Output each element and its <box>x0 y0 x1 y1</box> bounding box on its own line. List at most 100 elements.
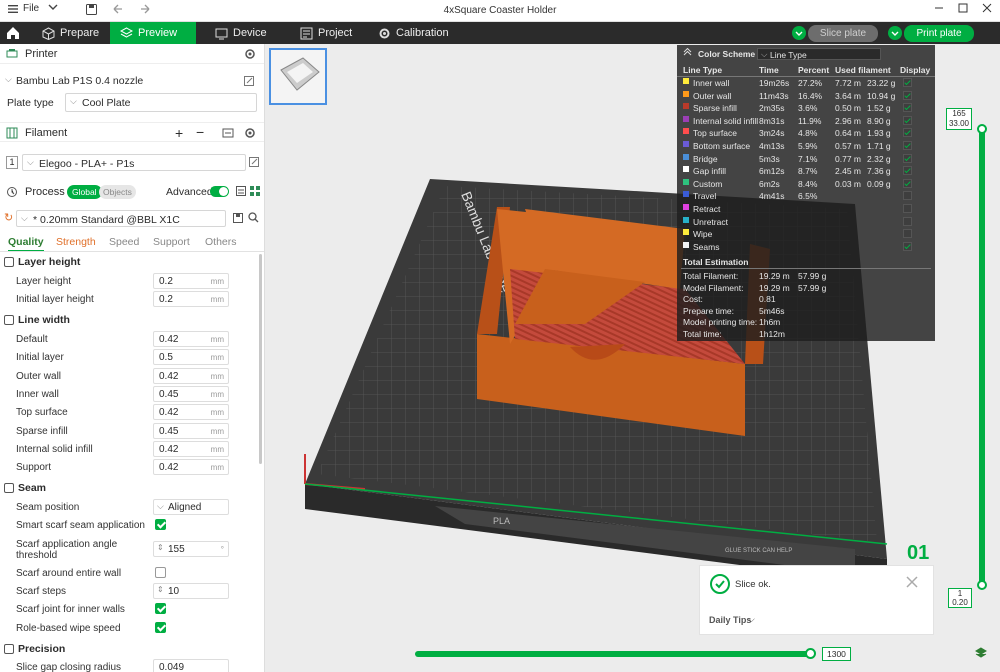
close-toast-icon[interactable] <box>906 576 918 591</box>
move-slider[interactable] <box>415 648 816 659</box>
home-icon[interactable] <box>6 26 20 43</box>
line-width-label: Internal solid infill <box>16 443 93 455</box>
display-checkbox[interactable] <box>903 115 912 125</box>
display-checkbox[interactable] <box>903 178 912 188</box>
line-type-row: Seams <box>677 241 935 254</box>
chevron-down-icon: ⌵ <box>27 157 34 167</box>
display-checkbox[interactable] <box>903 153 912 163</box>
line-width-input[interactable]: 0.42 mm <box>153 367 229 384</box>
print-dropdown-icon[interactable] <box>888 26 902 40</box>
scarf-inner-row: Scarf joint for inner walls <box>0 601 258 619</box>
printer-header: Printer <box>25 48 58 60</box>
layers-toggle-icon[interactable] <box>975 647 987 662</box>
objects-toggle[interactable]: Objects <box>99 185 136 199</box>
filament-select[interactable]: ⌵ Elegoo - PLA+ - P1s <box>22 154 246 171</box>
save-preset-icon[interactable] <box>233 213 243 226</box>
line-width-input[interactable]: 0.45 mm <box>153 385 229 402</box>
line-width-input[interactable]: 0.42 mm <box>153 459 229 476</box>
expand-tips-icon[interactable]: ⌵ <box>748 614 755 625</box>
scarf-steps-input[interactable]: ⇕ 10 <box>153 583 229 599</box>
line-width-row: Outer wall 0.42 mm <box>0 367 258 386</box>
display-checkbox[interactable] <box>903 204 912 213</box>
tab-prepare[interactable]: Prepare <box>32 22 110 44</box>
printer-edit-icon[interactable] <box>244 76 254 89</box>
smart-scarf-label: Smart scarf seam application <box>16 520 145 531</box>
advanced-switch[interactable] <box>210 186 229 197</box>
subtab-quality[interactable]: Quality <box>8 236 44 252</box>
subtab-others[interactable]: Others <box>205 236 237 248</box>
minimize-icon[interactable] <box>934 3 944 16</box>
reset-icon[interactable]: ↻ <box>4 211 13 224</box>
slice-plate-button[interactable]: Slice plate <box>808 25 878 42</box>
subtab-speed[interactable]: Speed <box>109 236 139 248</box>
line-type-swatch <box>683 178 689 185</box>
line-width-input[interactable]: 0.42 mm <box>153 404 229 421</box>
display-checkbox[interactable] <box>903 128 912 138</box>
global-toggle[interactable]: Global <box>67 185 102 199</box>
tab-calibration[interactable]: Calibration <box>368 22 468 44</box>
remove-filament-icon[interactable]: − <box>196 124 204 140</box>
initial-layer-height-input[interactable]: 0.2 mm <box>153 291 229 307</box>
scarf-entire-checkbox[interactable] <box>155 567 166 578</box>
slice-gap-input[interactable]: 0.049 <box>153 659 229 672</box>
filament-icon <box>6 127 18 139</box>
layer-slider-bottom-handle[interactable] <box>977 580 987 590</box>
layer-height-input[interactable]: 0.2 mm <box>153 273 229 289</box>
line-width-input[interactable]: 0.42 mm <box>153 331 229 347</box>
smart-scarf-checkbox[interactable] <box>155 519 166 530</box>
display-checkbox[interactable] <box>903 191 912 201</box>
settings-scrollbar[interactable] <box>259 254 262 464</box>
scarf-angle-input[interactable]: ⇕ 155 ° <box>153 541 229 557</box>
print-plate-button[interactable]: Print plate <box>904 25 974 42</box>
plate-thumbnail[interactable] <box>269 48 327 105</box>
plate-type-select[interactable]: ⌵ Cool Plate <box>65 93 257 112</box>
line-width-group-label: Line width <box>18 314 70 326</box>
compare-icon[interactable] <box>236 186 246 199</box>
display-checkbox[interactable] <box>903 78 912 87</box>
display-checkbox[interactable] <box>903 166 912 176</box>
slice-dropdown-icon[interactable] <box>792 26 806 40</box>
daily-tips-link[interactable]: Daily Tips <box>709 615 751 625</box>
filament-settings-gear-icon[interactable] <box>244 127 256 142</box>
add-filament-icon[interactable]: + <box>175 125 183 141</box>
printer-settings-gear-icon[interactable] <box>244 48 256 63</box>
seam-group-label: Seam <box>18 482 47 494</box>
role-wipe-checkbox[interactable] <box>155 622 166 633</box>
initial-layer-height-row: Initial layer height 0.2 mm <box>0 291 258 309</box>
display-checkbox[interactable] <box>903 229 912 239</box>
subtab-support[interactable]: Support <box>153 236 190 248</box>
filament-sync-icon[interactable] <box>222 127 234 142</box>
color-scheme-select[interactable]: ⌵ Line Type <box>757 48 881 60</box>
line-width-input[interactable]: 0.45 mm <box>153 422 229 439</box>
layer-slider[interactable] <box>977 124 987 590</box>
seam-position-select[interactable]: ⌵ Aligned <box>153 499 229 515</box>
move-slider-handle[interactable] <box>805 648 816 659</box>
process-profile-select[interactable]: ⌵ * 0.20mm Standard @BBL X1C <box>16 210 226 227</box>
display-checkbox[interactable] <box>903 141 912 150</box>
display-checkbox[interactable] <box>903 241 912 251</box>
display-checkbox[interactable] <box>903 103 912 113</box>
tab-project[interactable]: Project <box>290 22 370 44</box>
search-icon[interactable] <box>248 212 259 226</box>
printer-select[interactable]: ⌵ Bambu Lab P1S 0.4 nozzle <box>4 72 242 89</box>
line-width-input[interactable]: 0.42 mm <box>153 440 229 457</box>
scarf-inner-checkbox[interactable] <box>155 603 166 614</box>
subtab-strength[interactable]: Strength <box>56 236 96 248</box>
maximize-icon[interactable] <box>958 3 968 16</box>
display-checkbox[interactable] <box>903 216 912 226</box>
line-type-row: Bridge 5m3s 7.1% 0.77 m 2.32 g <box>677 153 935 166</box>
scarf-entire-label: Scarf around entire wall <box>16 568 122 579</box>
process-grid-icon[interactable] <box>250 186 260 199</box>
tab-preview[interactable]: Preview <box>110 22 196 44</box>
tab-device[interactable]: Device <box>205 22 285 44</box>
layers-icon <box>119 26 134 39</box>
role-wipe-row: Role-based wipe speed <box>0 620 258 638</box>
collapse-icon[interactable] <box>683 47 692 59</box>
calibration-icon <box>378 26 391 39</box>
line-width-input[interactable]: 0.5 mm <box>153 349 229 366</box>
layer-slider-top-handle[interactable] <box>977 124 987 134</box>
display-checkbox[interactable] <box>903 90 912 100</box>
estimation-title: Total Estimation <box>683 257 749 267</box>
filament-edit-icon[interactable] <box>249 157 259 170</box>
close-icon[interactable] <box>982 3 992 16</box>
